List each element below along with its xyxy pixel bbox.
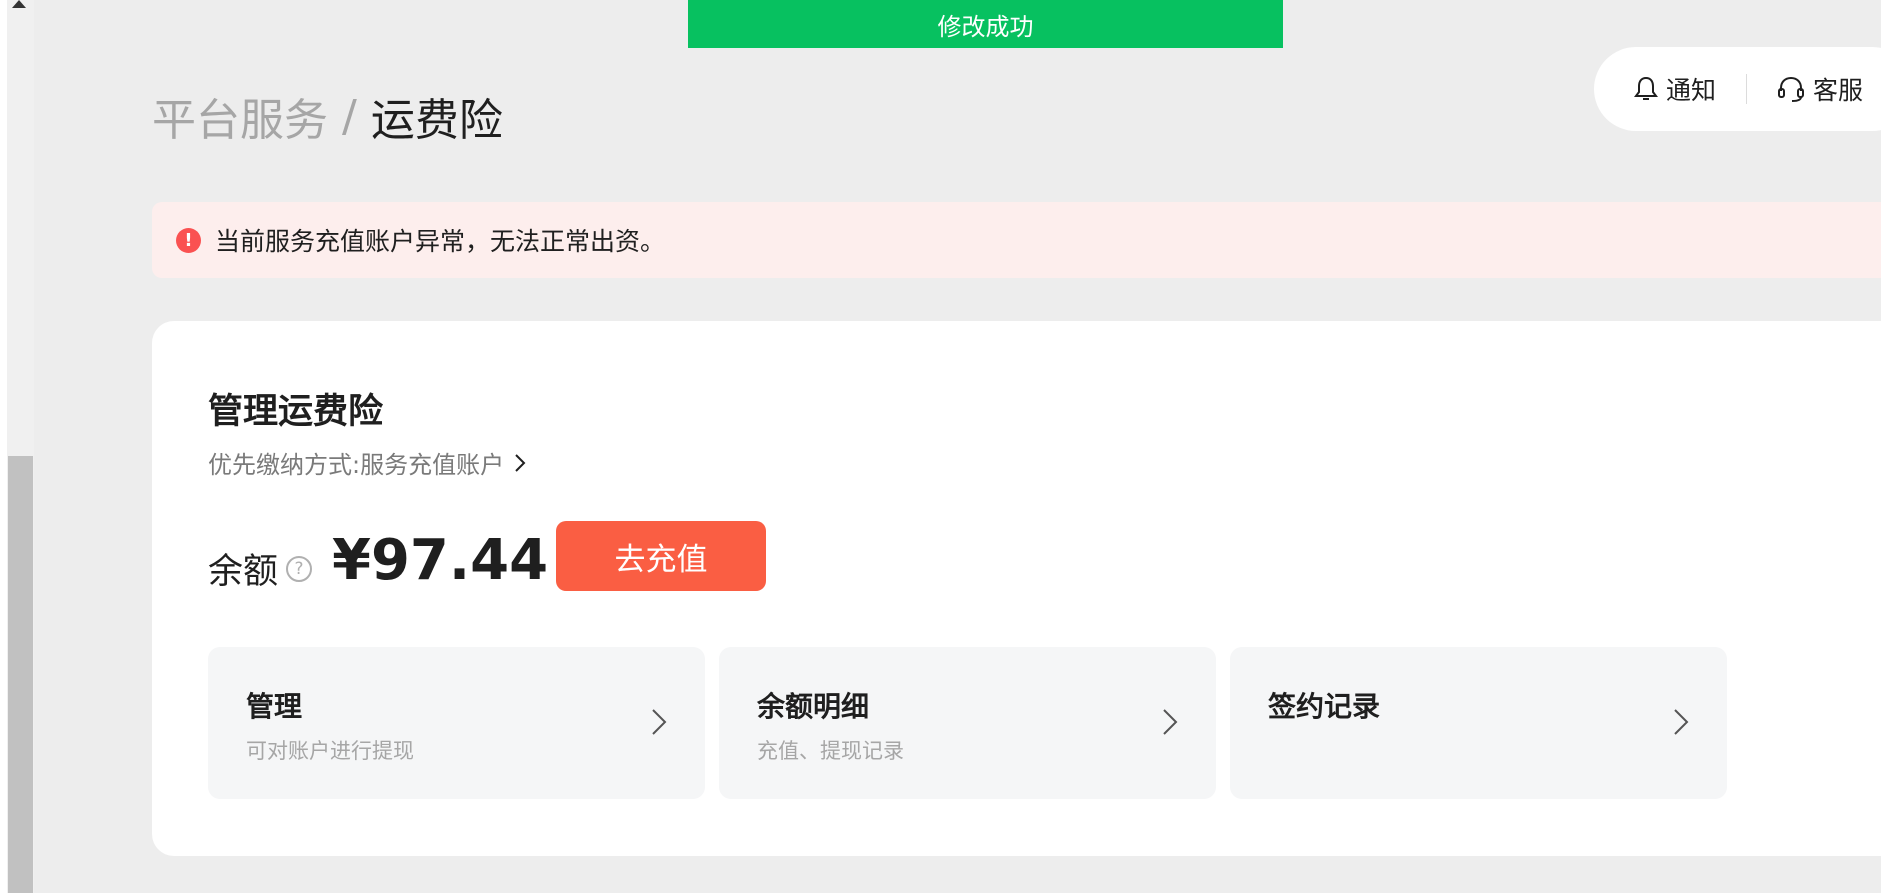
- success-toast: 修改成功: [688, 0, 1283, 48]
- breadcrumb-separator: /: [342, 90, 357, 142]
- tile-balance-details[interactable]: 余额明细 充值、提现记录: [719, 647, 1216, 799]
- tile-title: 签约记录: [1268, 690, 1381, 723]
- alert-text: 当前服务充值账户异常，无法正常出资。: [215, 227, 666, 256]
- toast-text: 修改成功: [937, 12, 1034, 41]
- chevron-right-icon: [1674, 709, 1689, 735]
- breadcrumb: 平台服务 / 运费险: [152, 84, 503, 148]
- tile-title: 余额明细: [757, 690, 870, 723]
- balance-label: 余额 ?: [208, 543, 313, 594]
- tile-contract-records[interactable]: 签约记录: [1230, 647, 1727, 799]
- pay-method-link[interactable]: 优先缴纳方式:服务充值账户: [208, 445, 526, 480]
- tile-desc: 充值、提现记录: [757, 739, 904, 763]
- headset-icon: [1778, 76, 1805, 102]
- service-label: 客服: [1813, 76, 1864, 105]
- account-alert-banner: ! 当前服务充值账户异常，无法正常出资。: [152, 202, 1881, 278]
- top-action-bar: 通知 客服: [1594, 47, 1881, 131]
- action-tiles: 管理 可对账户进行提现 余额明细 充值、提现记录 签约记录: [208, 647, 1741, 799]
- tile-desc: 可对账户进行提现: [246, 739, 414, 763]
- scroll-up-arrow-icon[interactable]: [12, 0, 26, 8]
- notify-button[interactable]: 通知: [1634, 71, 1716, 107]
- tile-title: 管理: [246, 690, 303, 723]
- chevron-right-icon: [652, 709, 667, 735]
- help-icon[interactable]: ?: [286, 555, 313, 582]
- chevron-right-icon: [1163, 709, 1178, 735]
- chevron-right-icon: [515, 453, 526, 472]
- page-scrollbar[interactable]: [0, 0, 34, 893]
- card-title: 管理运费险: [208, 392, 384, 432]
- pay-method-text: 优先缴纳方式:服务充值账户: [208, 451, 505, 479]
- recharge-button[interactable]: 去充值: [556, 521, 766, 591]
- customer-service-button[interactable]: 客服: [1777, 71, 1863, 107]
- scrollbar-thumb[interactable]: [8, 456, 33, 893]
- breadcrumb-parent-link[interactable]: 平台服务: [152, 84, 328, 148]
- exclamation-icon: !: [176, 227, 201, 253]
- tile-manage[interactable]: 管理 可对账户进行提现: [208, 647, 705, 799]
- page-title: 运费险: [370, 95, 503, 146]
- balance-label-text: 余额: [208, 552, 279, 592]
- freight-insurance-card: 管理运费险 优先缴纳方式:服务充值账户 余额 ? ¥97.44 去充值 管理 可…: [152, 321, 1881, 856]
- bell-icon: [1634, 76, 1658, 100]
- balance-amount: ¥97.44: [332, 528, 549, 593]
- topbar-divider: [1746, 74, 1748, 104]
- notify-label: 通知: [1666, 76, 1717, 105]
